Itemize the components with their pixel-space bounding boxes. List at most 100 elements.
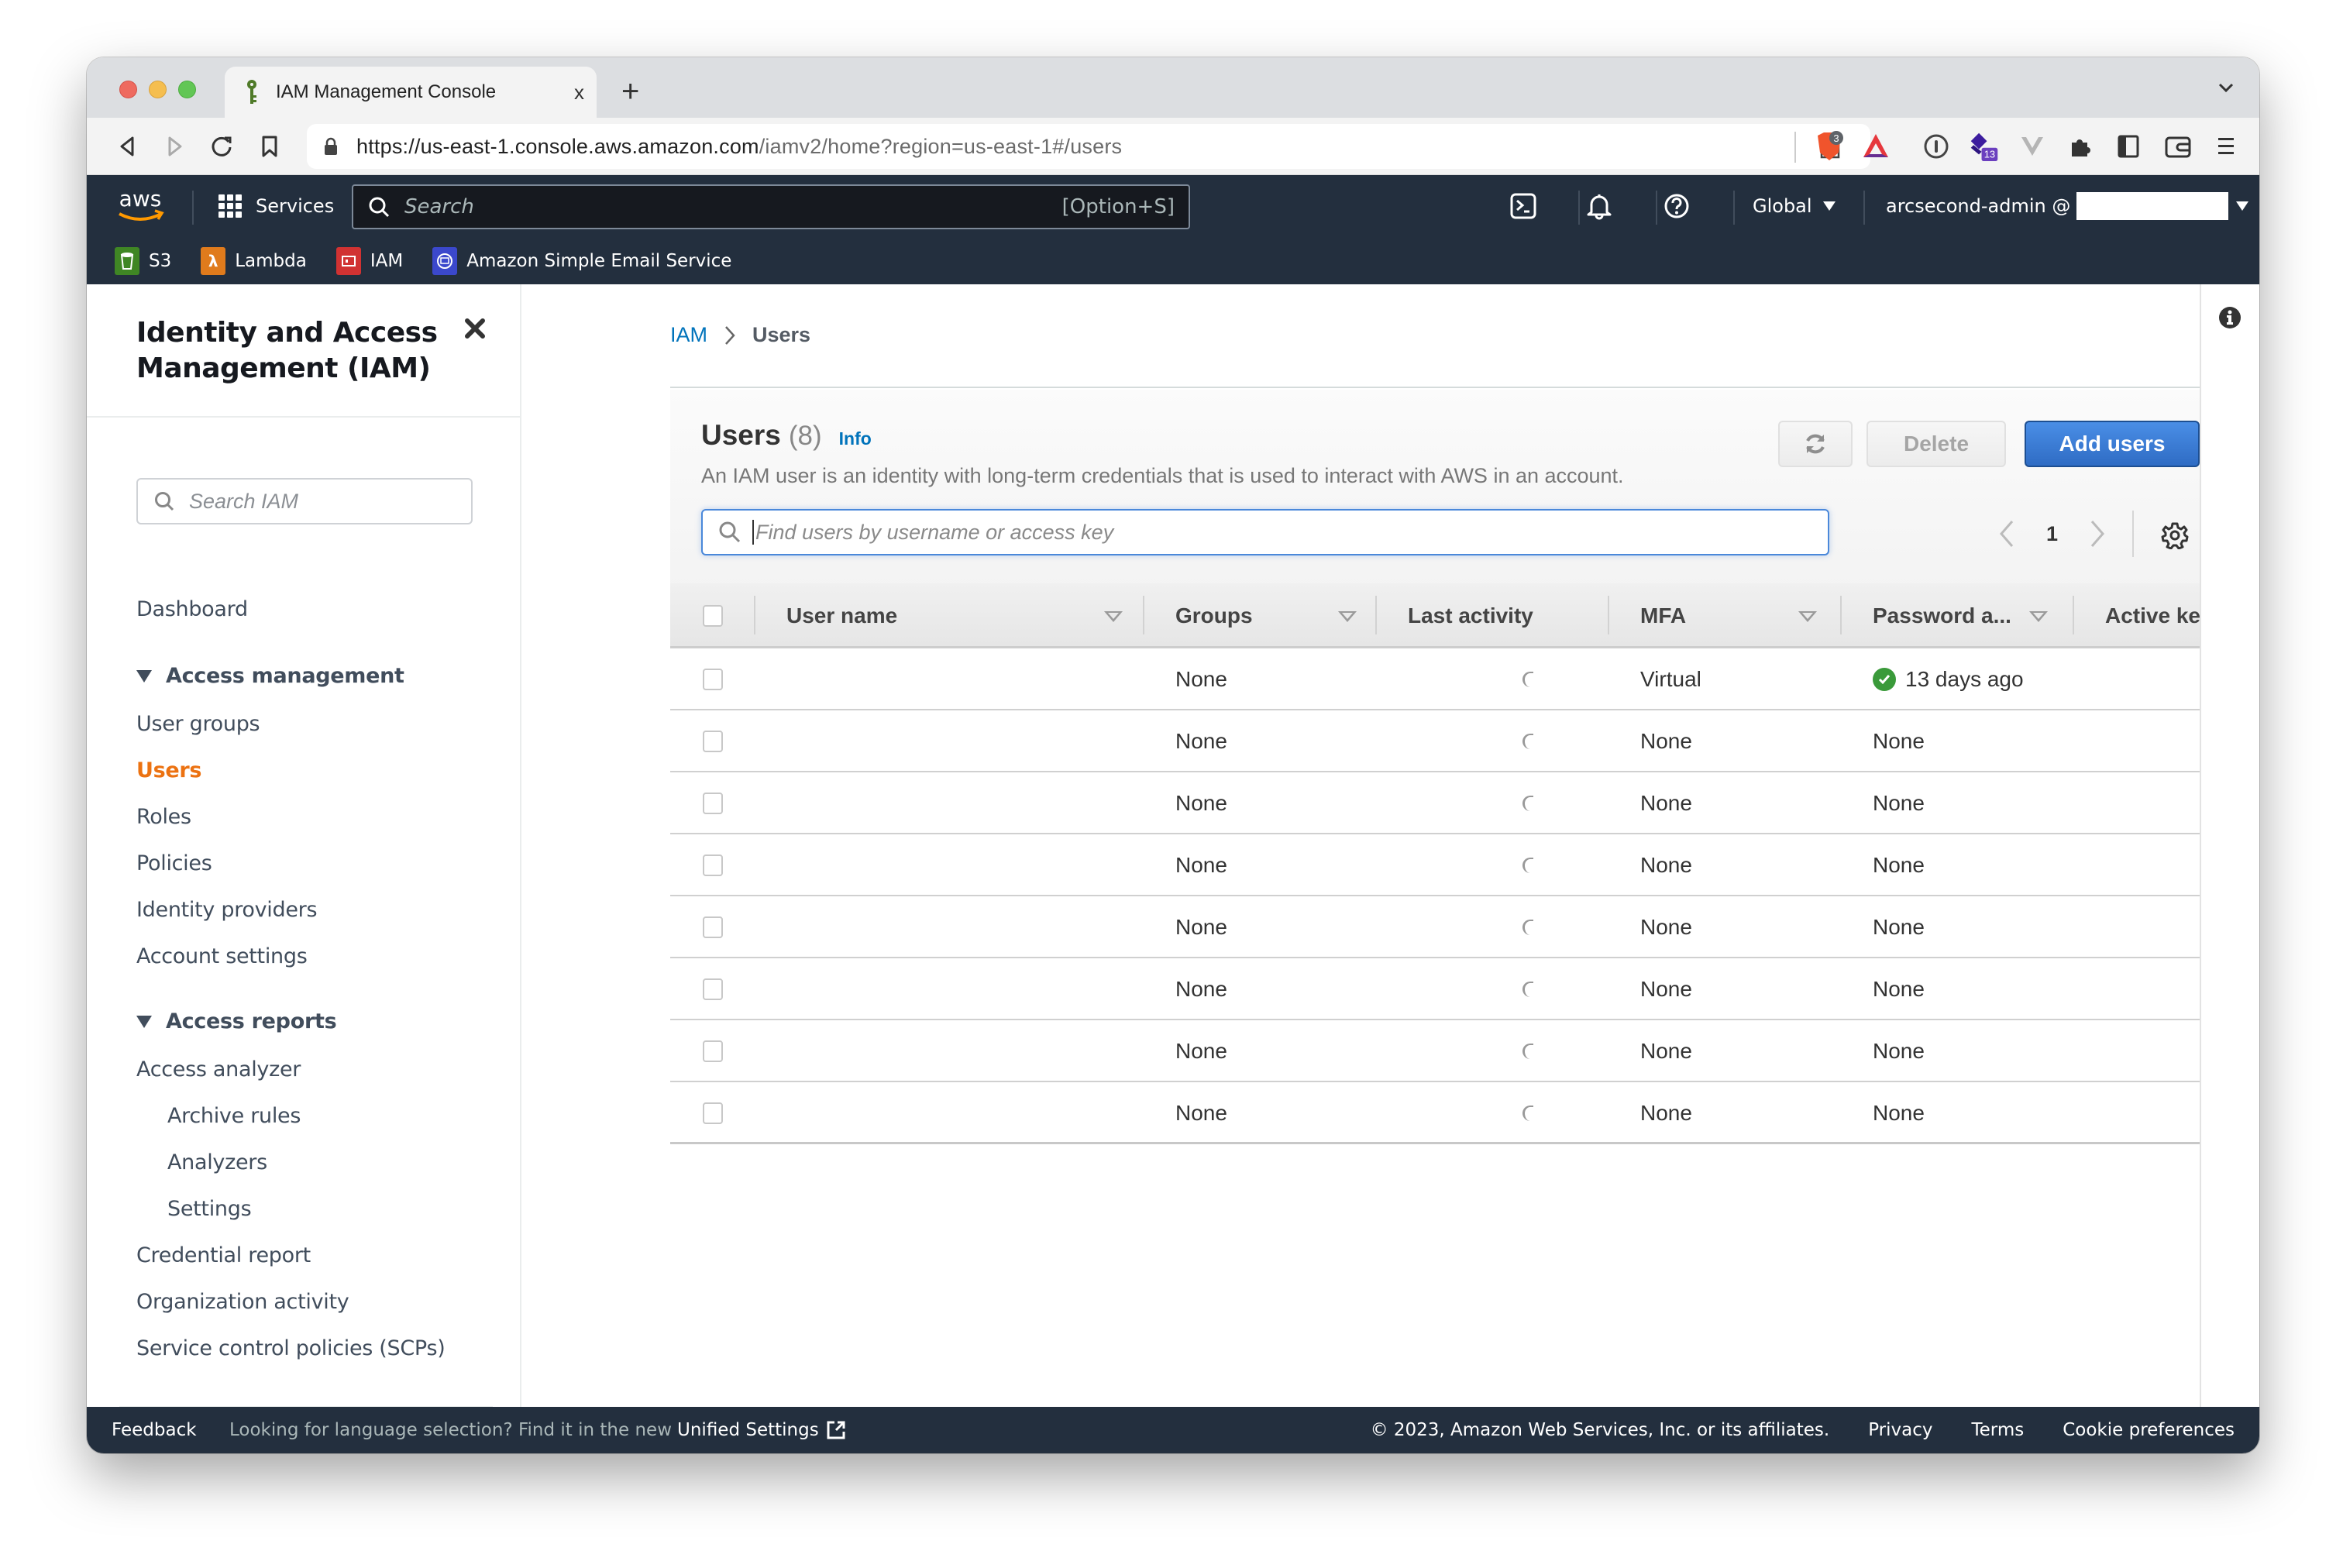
sidebar-toggle-icon[interactable] (2114, 132, 2143, 161)
sidebar-item-organization-activity[interactable]: Organization activity (136, 1290, 349, 1314)
table-row[interactable]: None None None (670, 772, 2220, 834)
sidebar-item-users[interactable]: Users (136, 758, 202, 782)
stack-extension-icon[interactable]: 13 (1970, 132, 1999, 161)
table-row[interactable]: None None None (670, 1020, 2220, 1082)
sidebar-item-analyzers[interactable]: Analyzers (167, 1150, 267, 1174)
row-checkbox[interactable] (703, 1102, 723, 1124)
user-filter-input[interactable]: Find users by username or access key (701, 509, 1829, 555)
previous-page-icon[interactable] (1998, 519, 2015, 548)
close-window-button[interactable] (119, 81, 137, 98)
select-all-checkbox[interactable] (703, 605, 723, 627)
row-checkbox[interactable] (703, 669, 723, 690)
info-circle-icon[interactable] (2218, 306, 2242, 329)
maximize-window-button[interactable] (178, 81, 196, 98)
favorite-ses[interactable]: Amazon Simple Email Service (432, 246, 731, 275)
privacy-link[interactable]: Privacy (1868, 1420, 1932, 1440)
sidebar-section-access-reports[interactable]: Access reports (136, 1009, 337, 1033)
table-row[interactable]: None None None (670, 1082, 2220, 1144)
back-arrow-icon[interactable] (113, 132, 141, 161)
chevron-right-icon (725, 325, 735, 345)
tab-close-icon[interactable]: x (574, 81, 584, 105)
forward-arrow-icon[interactable] (161, 132, 189, 161)
services-menu-button[interactable]: Services (218, 175, 334, 237)
wallet-icon[interactable] (2163, 132, 2193, 161)
sidebar-item-credential-report[interactable]: Credential report (136, 1243, 311, 1267)
cell-password-age-text: None (1873, 1039, 1925, 1063)
browser-tab-iam[interactable]: IAM Management Console x (225, 67, 597, 118)
reload-icon[interactable] (208, 132, 236, 161)
cell-mfa: None (1640, 710, 1692, 772)
terms-link[interactable]: Terms (1971, 1420, 2024, 1440)
account-menu[interactable]: arcsecond-admin @ (1886, 175, 2249, 237)
breadcrumb-iam-link[interactable]: IAM (670, 323, 707, 347)
row-checkbox[interactable] (703, 793, 723, 814)
sidebar-item-archive-rules[interactable]: Archive rules (167, 1104, 301, 1128)
sidebar-search-input[interactable]: Search IAM (136, 478, 473, 524)
cell-groups: None (1175, 648, 1227, 710)
row-checkbox[interactable] (703, 978, 723, 1000)
favorite-lambda[interactable]: λ Lambda (201, 246, 307, 275)
sidebar-item-analyzer-settings[interactable]: Settings (167, 1197, 252, 1221)
delete-button[interactable]: Delete (1866, 421, 2006, 467)
sidebar-item-scps[interactable]: Service control policies (SCPs) (136, 1336, 446, 1360)
cell-password-age-text: None (1873, 791, 1925, 815)
refresh-button[interactable] (1778, 421, 1853, 467)
region-selector[interactable]: Global (1753, 175, 1836, 237)
bookmark-icon[interactable] (256, 132, 284, 161)
unified-settings-link[interactable]: Unified Settings (677, 1420, 819, 1440)
sidebar-item-roles[interactable]: Roles (136, 805, 191, 829)
sidebar-item-account-settings[interactable]: Account settings (136, 944, 308, 968)
column-mfa[interactable]: MFA (1640, 583, 1686, 648)
close-sidebar-icon[interactable] (463, 317, 487, 340)
cloudshell-icon[interactable] (1505, 187, 1542, 225)
new-tab-button[interactable]: + (621, 71, 639, 112)
users-heading: Users (8) Info (701, 419, 872, 452)
minimize-window-button[interactable] (149, 81, 167, 98)
cell-mfa-text: None (1640, 729, 1692, 753)
table-row[interactable]: None None None (670, 834, 2220, 896)
sidebar-section-access-management[interactable]: Access management (136, 664, 404, 688)
address-bar[interactable]: https://us-east-1.console.aws.amazon.com… (307, 124, 1870, 169)
favorite-s3[interactable]: S3 (115, 246, 171, 275)
table-row[interactable]: None None None (670, 896, 2220, 958)
help-icon[interactable] (1658, 187, 1695, 225)
bat-rewards-icon[interactable] (1861, 132, 1891, 161)
feedback-link[interactable]: Feedback (112, 1420, 197, 1440)
row-checkbox[interactable] (703, 1040, 723, 1062)
brave-shields-icon[interactable]: 3 (1815, 131, 1844, 161)
sidebar-item-policies[interactable]: Policies (136, 851, 212, 875)
sidebar-item-access-analyzer[interactable]: Access analyzer (136, 1057, 301, 1081)
column-label: Groups (1175, 603, 1253, 628)
vue-devtools-icon[interactable] (2018, 132, 2047, 161)
table-row[interactable]: None Virtual 13 days ago (670, 648, 2220, 710)
password-manager-icon[interactable] (1922, 132, 1951, 161)
aws-search-input[interactable]: Search [Option+S] (352, 184, 1190, 229)
menu-hamburger-icon[interactable] (2211, 132, 2241, 161)
row-checkbox[interactable] (703, 731, 723, 752)
row-checkbox[interactable] (703, 854, 723, 876)
sidebar-item-identity-providers[interactable]: Identity providers (136, 898, 318, 922)
cookie-preferences-link[interactable]: Cookie preferences (2063, 1420, 2235, 1440)
cell-mfa: None (1640, 772, 1692, 834)
add-users-button[interactable]: Add users (2025, 421, 2200, 467)
column-groups[interactable]: Groups (1175, 583, 1253, 648)
next-page-icon[interactable] (2089, 519, 2106, 548)
favorite-iam[interactable]: IAM (335, 246, 403, 275)
row-checkbox[interactable] (703, 916, 723, 938)
column-last-activity[interactable]: Last activity (1408, 583, 1533, 648)
table-row[interactable]: None None None (670, 958, 2220, 1020)
sidebar-item-user-groups[interactable]: User groups (136, 712, 260, 736)
table-row[interactable]: None None None (670, 710, 2220, 772)
column-divider (1840, 596, 1842, 634)
extensions-puzzle-icon[interactable] (2066, 132, 2095, 161)
notifications-bell-icon[interactable] (1581, 187, 1618, 225)
column-user-name[interactable]: User name (786, 583, 897, 648)
header-divider (1863, 191, 1865, 225)
chevron-down-icon[interactable] (2214, 76, 2238, 99)
sidebar-item-dashboard[interactable]: Dashboard (136, 597, 248, 621)
info-link[interactable]: Info (839, 428, 872, 449)
current-page[interactable]: 1 (2046, 522, 2058, 546)
aws-logo[interactable]: aws (115, 186, 166, 226)
gear-icon[interactable] (2161, 521, 2189, 549)
column-password-age[interactable]: Password a... (1873, 583, 2011, 648)
